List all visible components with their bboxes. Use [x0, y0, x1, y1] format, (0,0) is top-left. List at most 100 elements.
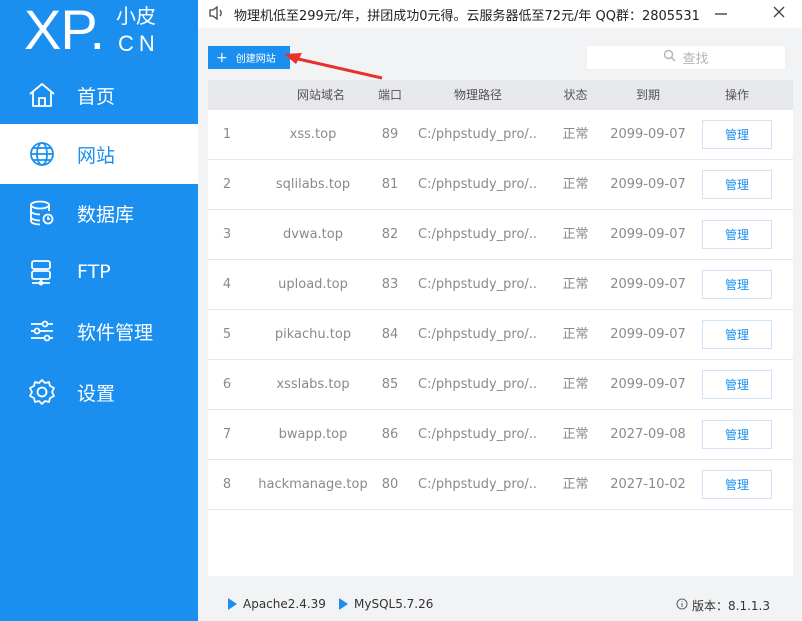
cell-domain: sqlilabs.top [275, 177, 351, 192]
cell-expire: 2027-09-08 [610, 427, 686, 442]
table-row: 7 bwapp.top 86 C:/phpstudy_pro/... 正常 2027-09… [208, 410, 793, 460]
table-row: 3 dvwa.top 82 C:/phpstudy_pro/... 正常 2099-09-… [208, 210, 793, 260]
manage-button[interactable]: 管理 [702, 120, 772, 149]
cell-path: C:/phpstudy_pro/... [418, 377, 538, 392]
cell-port: 82 [381, 227, 399, 242]
manage-button[interactable]: 管理 [702, 170, 772, 199]
cell-expire: 2027-10-02 [610, 477, 686, 492]
speaker-icon [208, 5, 226, 21]
apache-service[interactable]: Apache2.4.39 [228, 597, 326, 611]
cell-domain: xsslabs.top [276, 377, 350, 392]
cell-status: 正常 [562, 427, 589, 442]
cell-path: C:/phpstudy_pro/... [418, 477, 538, 492]
main-panel: + 创建网站 查找 网站域名 端口 物理路径 状态 到期 操作 1 xss.top… [198, 28, 802, 621]
mysql-label: MySQL5.7.26 [354, 597, 434, 611]
cell-domain: bwapp.top [278, 427, 348, 442]
table-header: 网站域名 端口 物理路径 状态 到期 操作 [208, 80, 793, 110]
sliders-icon [27, 316, 57, 346]
table-row: 2 sqlilabs.top 81 C:/phpstudy_pro/... 正常 2099… [208, 160, 793, 210]
logo-cn-bottom: CN [118, 31, 160, 56]
cell-path: C:/phpstudy_pro/... [418, 227, 538, 242]
status-bar: Apache2.4.39 MySQL5.7.26 版本：8.1.1.3 [198, 587, 802, 621]
cell-expire: 2099-09-07 [610, 327, 686, 342]
cell-index: 1 [222, 127, 232, 142]
cell-port: 80 [381, 477, 399, 492]
column-header-expire: 到期 [635, 88, 660, 102]
sidebar-item-label: 设置 [77, 382, 116, 405]
create-website-label: 创建网站 [235, 54, 276, 65]
sidebar-item-label: FTP [77, 261, 111, 283]
manage-button[interactable]: 管理 [702, 420, 772, 449]
cell-port: 85 [381, 377, 399, 392]
logo-brand: XP. [24, 0, 105, 61]
cell-index: 4 [222, 277, 232, 292]
sidebar-item-ftp[interactable]: FTP [0, 242, 198, 302]
cell-expire: 2099-09-07 [610, 127, 686, 142]
column-header-port: 端口 [377, 88, 402, 102]
cell-status: 正常 [562, 127, 589, 142]
manage-button[interactable]: 管理 [702, 270, 772, 299]
cell-index: 5 [222, 327, 232, 342]
manage-button[interactable]: 管理 [702, 470, 772, 499]
sidebar-item-software[interactable]: 软件管理 [0, 301, 198, 361]
version-label: 版本：8.1.1.3 [692, 599, 770, 613]
sidebar-item-label: 网站 [77, 144, 116, 167]
cell-index: 8 [222, 477, 232, 492]
logo-cn-top: 小皮 [116, 4, 156, 28]
cell-path: C:/phpstudy_pro/... [418, 327, 538, 342]
cell-status: 正常 [562, 327, 589, 342]
search-input[interactable]: 查找 [586, 45, 786, 70]
cell-path: C:/phpstudy_pro/... [418, 427, 538, 442]
cell-expire: 2099-09-07 [610, 227, 686, 242]
play-icon [339, 598, 348, 610]
sidebar-item-label: 数据库 [77, 203, 135, 226]
table-row: 5 pikachu.top 84 C:/phpstudy_pro/... 正常 2099-… [208, 310, 793, 360]
sidebar-item-label: 软件管理 [77, 321, 154, 344]
column-header-status: 状态 [563, 88, 588, 102]
notice-text: 物理机低至299元/年，拼团成功0元得。云服务器低至72元/年 QQ群：2805… [234, 9, 700, 24]
cell-domain: hackmanage.top [258, 477, 368, 492]
play-icon [228, 598, 237, 610]
cell-status: 正常 [562, 277, 589, 292]
sidebar-item-home[interactable]: 首页 [0, 65, 198, 125]
close-button[interactable] [768, 2, 790, 24]
gear-icon [27, 377, 57, 407]
apache-label: Apache2.4.39 [243, 597, 326, 611]
database-icon [27, 198, 57, 228]
mysql-service[interactable]: MySQL5.7.26 [339, 597, 433, 611]
cell-status: 正常 [562, 227, 589, 242]
sidebar-item-settings[interactable]: 设置 [0, 362, 198, 422]
cell-status: 正常 [562, 177, 589, 192]
cell-port: 83 [381, 277, 399, 292]
manage-button[interactable]: 管理 [702, 320, 772, 349]
manage-button[interactable]: 管理 [702, 370, 772, 399]
globe-icon [27, 139, 57, 169]
cell-domain: dvwa.top [283, 227, 343, 242]
table-row: 4 upload.top 83 C:/phpstudy_pro/... 正常 2099-0… [208, 260, 793, 310]
cell-port: 81 [381, 177, 399, 192]
cell-index: 2 [222, 177, 232, 192]
cell-expire: 2099-09-07 [610, 377, 686, 392]
table-row: 1 xss.top 89 C:/phpstudy_pro/... 正常 2099-09-0… [208, 110, 793, 160]
sidebar-item-label: 首页 [77, 85, 116, 108]
cell-port: 84 [381, 327, 399, 342]
sidebar-item-website[interactable]: 网站 [0, 124, 198, 184]
minimize-button[interactable] [710, 2, 732, 24]
cell-expire: 2099-09-07 [610, 177, 686, 192]
sidebar: XP. 小皮 CN 首页 网站 数据库 FTP 软件管理 设置 [0, 0, 198, 621]
sidebar-item-database[interactable]: 数据库 [0, 183, 198, 243]
cell-port: 86 [381, 427, 399, 442]
cell-domain: pikachu.top [274, 327, 352, 342]
cell-index: 7 [222, 427, 232, 442]
cell-index: 6 [222, 377, 232, 392]
search-placeholder: 查找 [682, 52, 709, 67]
table-row: 6 xsslabs.top 85 C:/phpstudy_pro/... 正常 2099-… [208, 360, 793, 410]
create-website-button[interactable]: + 创建网站 [208, 46, 290, 69]
cell-path: C:/phpstudy_pro/... [418, 127, 538, 142]
close-icon [772, 4, 786, 23]
cell-expire: 2099-09-07 [610, 277, 686, 292]
column-header-path: 物理路径 [453, 88, 502, 102]
manage-button[interactable]: 管理 [702, 220, 772, 249]
cell-path: C:/phpstudy_pro/... [418, 277, 538, 292]
cell-domain: xss.top [289, 127, 337, 142]
